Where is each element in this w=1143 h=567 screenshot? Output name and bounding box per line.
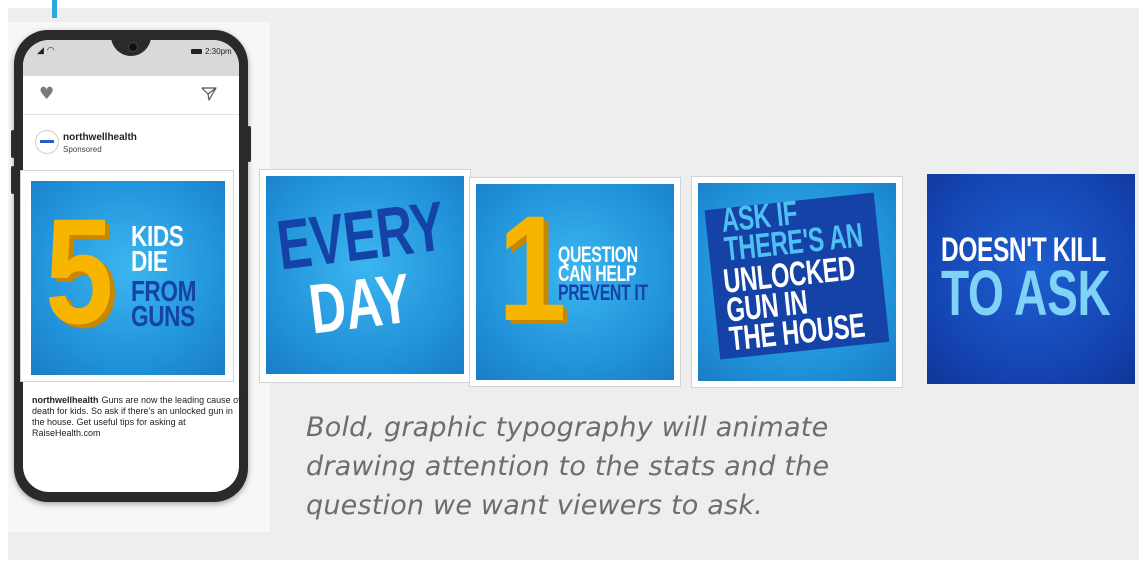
five-kids-tile: 5 KIDS DIE FROM GUNS xyxy=(31,181,225,375)
status-bar: ◢ ◠ 2:30pm xyxy=(23,40,239,76)
signal-wifi-icon: ◢ ◠ xyxy=(37,46,55,56)
one-question-tile: 1 QUESTION CAN HELP PREVENT IT xyxy=(476,184,674,380)
one-question-frame: 1 QUESTION CAN HELP PREVENT IT xyxy=(470,178,680,386)
phone-power-button xyxy=(247,126,251,162)
accent-bar xyxy=(52,0,57,18)
tile-text-white: DAY xyxy=(304,258,415,349)
caption-handle[interactable]: northwellhealth xyxy=(32,395,99,405)
ask-if-frame: ASK IF THERE'S AN UNLOCKED GUN IN THE HO… xyxy=(692,177,902,387)
tile-text-white: KIDS DIE xyxy=(131,221,184,278)
heart-icon[interactable]: ♥ xyxy=(39,86,54,103)
every-day-tile: EVERY DAY xyxy=(266,176,464,374)
send-icon[interactable] xyxy=(201,86,217,102)
tile-number: 5 xyxy=(45,187,113,355)
phone-side-button xyxy=(11,166,15,194)
description-text: Bold, graphic typography will animate dr… xyxy=(306,412,830,521)
tile-text-blue: FROM GUNS xyxy=(131,276,197,333)
battery-status: 2:30pm xyxy=(191,47,232,56)
camera-icon xyxy=(128,42,138,52)
post-action-bar: ♥ xyxy=(23,76,239,115)
tile-text-white: UNLOCKED GUN IN THE HOUSE xyxy=(721,249,867,359)
post-image-frame: 5 KIDS DIE FROM GUNS xyxy=(20,170,234,382)
avatar[interactable] xyxy=(35,130,59,154)
tile-number: 1 xyxy=(498,184,567,352)
battery-icon xyxy=(191,49,202,54)
ask-if-tile: ASK IF THERE'S AN UNLOCKED GUN IN THE HO… xyxy=(698,183,896,381)
doesnt-kill-tile: DOESN'T KILL TO ASK xyxy=(927,174,1135,384)
tile-text-light: TO ASK xyxy=(941,257,1111,329)
post-caption: northwellhealth Guns are now the leading … xyxy=(32,395,242,439)
tile-text-white: QUESTION CAN HELP xyxy=(558,242,638,286)
tile-text-blue: PREVENT IT xyxy=(558,280,648,305)
sponsored-label: Sponsored xyxy=(63,145,102,154)
account-handle[interactable]: northwellhealth xyxy=(63,132,137,143)
phone-side-button xyxy=(11,130,15,158)
status-time: 2:30pm xyxy=(205,47,232,56)
every-day-frame: EVERY DAY xyxy=(260,170,470,382)
post-header: northwellhealth Sponsored xyxy=(23,130,239,170)
